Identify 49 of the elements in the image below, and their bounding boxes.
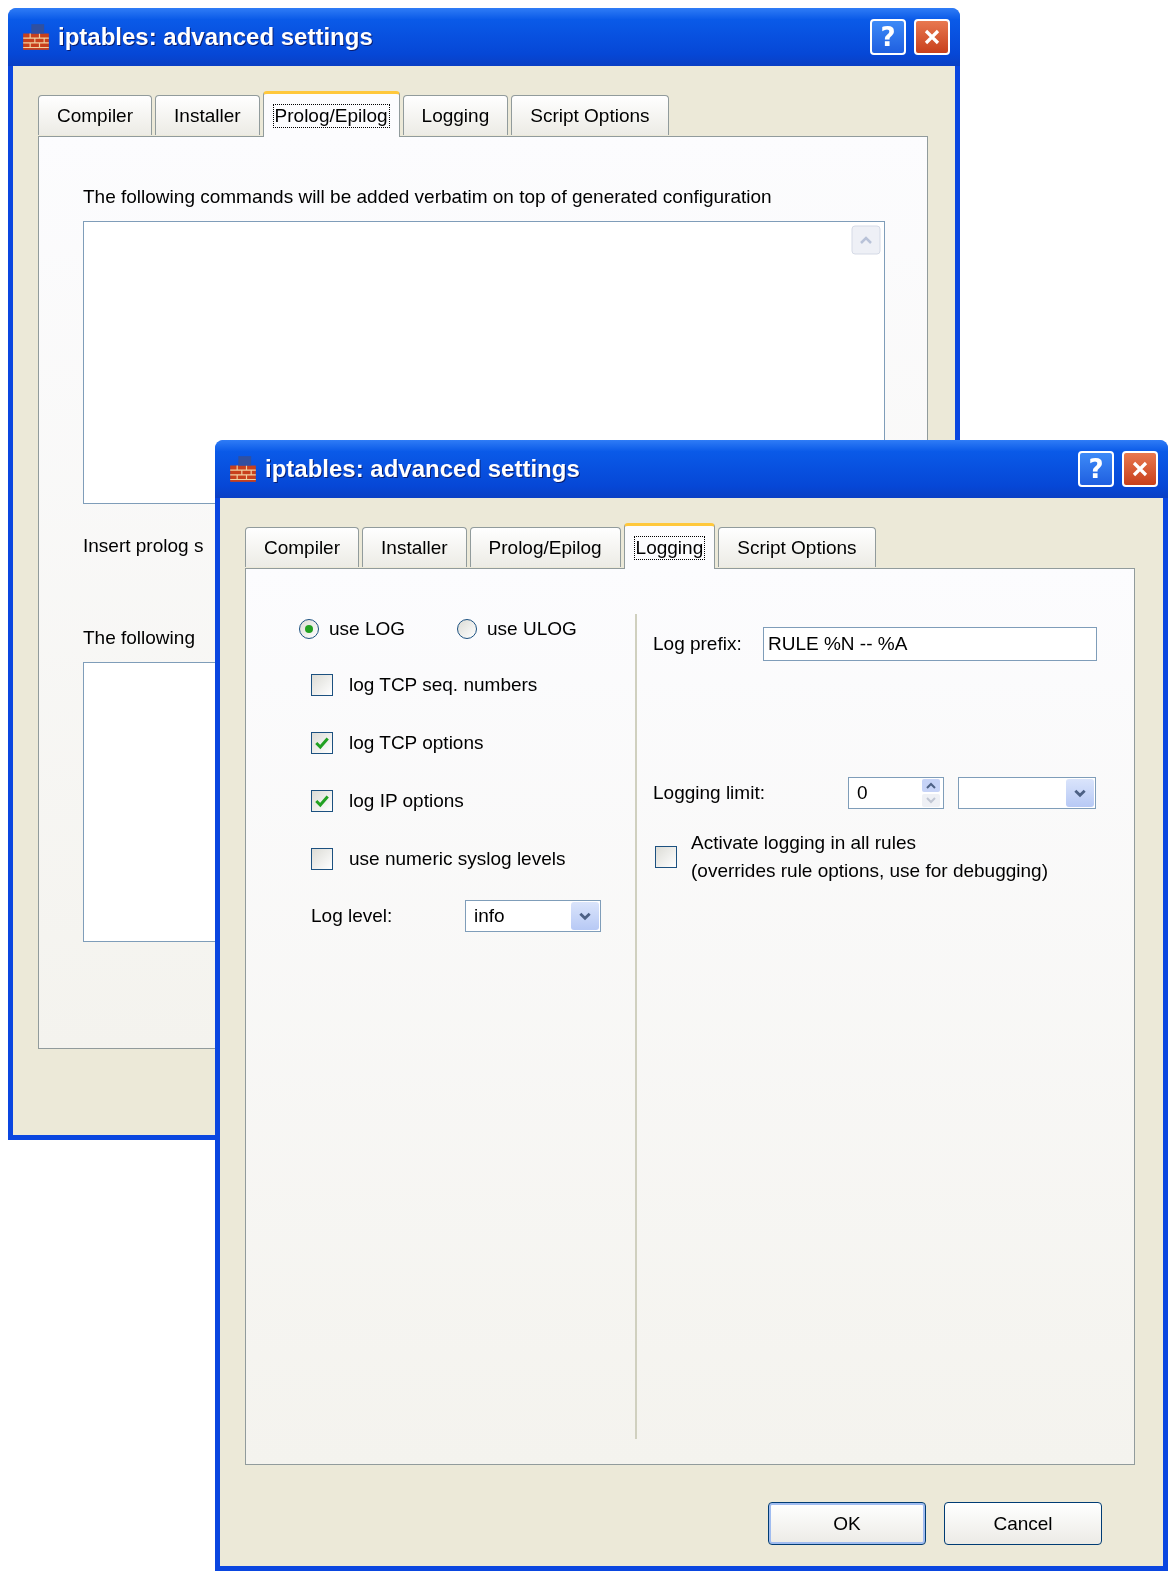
tab[interactable]: Prolog/Epilog — [262, 91, 400, 137]
scroll-up-icon — [851, 225, 881, 255]
close-button[interactable] — [1122, 451, 1158, 487]
epilog-label: The following — [83, 626, 195, 650]
checkbox-label: log TCP options — [349, 732, 484, 754]
ok-button[interactable]: OK — [768, 1502, 926, 1545]
logging-limit-label: Logging limit: — [653, 782, 766, 804]
close-icon — [922, 27, 942, 47]
help-button[interactable]: ? — [1078, 451, 1114, 487]
radio-button[interactable] — [299, 619, 319, 639]
checkbox[interactable] — [311, 732, 333, 754]
checkbox[interactable] — [311, 674, 333, 696]
tab[interactable]: Installer — [155, 95, 260, 135]
checkbox-label: log IP options — [349, 790, 464, 812]
insert-prolog-label: Insert prolog s — [83, 534, 204, 558]
prolog-label: The following commands will be added verbatim on top of generated configuration — [83, 185, 772, 209]
log-level-label: Log level: — [311, 905, 394, 927]
checkbox-label: Activate logging in all rules (overrides rule options, use for debugging) — [691, 831, 1048, 883]
checkbox-label: use numeric syslog levels — [349, 848, 566, 870]
logging-limit-spinner[interactable]: 0 — [848, 777, 944, 809]
tab[interactable]: Prolog/Epilog — [469, 527, 621, 567]
brick-wall-icon — [229, 455, 257, 483]
log-prefix-label: Log prefix: — [653, 633, 743, 655]
close-button[interactable] — [914, 19, 950, 55]
window-title: iptables: advanced settings — [58, 23, 373, 51]
close-icon — [1130, 459, 1150, 479]
tab[interactable]: Installer — [362, 527, 467, 567]
window-title: iptables: advanced settings — [265, 455, 580, 483]
tab[interactable]: Logging — [402, 95, 509, 135]
radio-label: use ULOG — [487, 618, 577, 640]
tab[interactable]: Compiler — [245, 527, 360, 567]
checkbox[interactable] — [655, 846, 677, 868]
checkbox-label: log TCP seq. numbers — [349, 674, 538, 696]
log-prefix-field[interactable]: RULE %N -- %A — [763, 627, 1097, 661]
tab[interactable]: Script Options — [718, 527, 876, 567]
log-level-dropdown[interactable]: info — [465, 900, 601, 932]
radio-label: use LOG — [329, 618, 406, 640]
brick-wall-icon — [22, 23, 50, 51]
checkbox[interactable] — [311, 790, 333, 812]
help-button[interactable]: ? — [870, 19, 906, 55]
tab[interactable]: Script Options — [511, 95, 669, 135]
tab[interactable]: Logging — [623, 523, 716, 569]
cancel-button[interactable]: Cancel — [944, 1502, 1102, 1545]
radio-button[interactable] — [457, 619, 478, 639]
epilog-text-area[interactable] — [83, 662, 218, 942]
spin-arrows-icon — [921, 778, 941, 808]
checkbox[interactable] — [311, 848, 333, 870]
limit-unit-dropdown[interactable] — [958, 777, 1096, 809]
tab[interactable]: Compiler — [38, 95, 153, 135]
